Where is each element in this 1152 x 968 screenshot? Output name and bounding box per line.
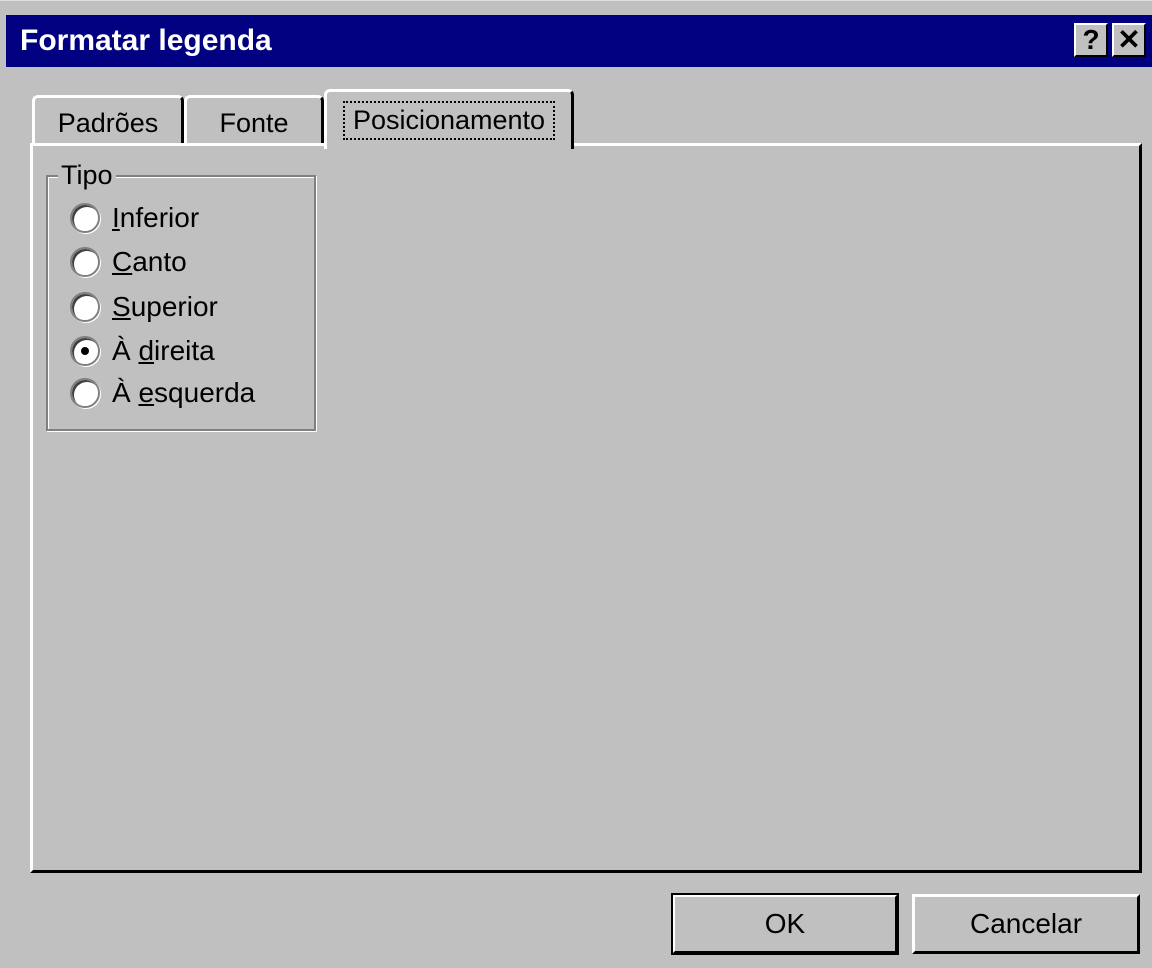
cancel-button[interactable]: Cancelar: [912, 894, 1140, 954]
title-bar[interactable]: Formatar legenda ? ✕: [6, 15, 1152, 67]
tab-label: Fonte: [219, 108, 289, 138]
tab-posicionamento[interactable]: Posicionamento: [324, 89, 574, 149]
ok-button-label: OK: [764, 908, 806, 939]
group-label: Tipo: [58, 159, 116, 191]
radio-a-direita[interactable]: À direita: [70, 333, 215, 369]
cancel-button-label: Cancelar: [969, 908, 1083, 939]
radio-inferior[interactable]: Inferior: [70, 200, 199, 236]
ok-button[interactable]: OK: [671, 893, 899, 955]
radio-label: Inferior: [112, 202, 200, 233]
radio-label: À direita: [112, 335, 215, 366]
tab-label: Posicionamento: [342, 101, 556, 140]
radio-button-icon[interactable]: [70, 336, 100, 366]
radio-label: Superior: [112, 291, 218, 322]
format-legend-dialog: Formatar legenda ? ✕ Padrões Fonte Posic…: [0, 0, 1152, 968]
radio-a-esquerda[interactable]: À esquerda: [70, 375, 255, 411]
help-icon: ?: [1082, 24, 1100, 55]
radio-button-icon[interactable]: [70, 247, 100, 277]
help-button[interactable]: ?: [1074, 23, 1108, 57]
close-button[interactable]: ✕: [1112, 23, 1146, 57]
radio-superior[interactable]: Superior: [70, 289, 218, 325]
close-icon: ✕: [1117, 24, 1141, 55]
radio-button-icon[interactable]: [70, 292, 100, 322]
radio-button-icon[interactable]: [70, 203, 100, 233]
tab-padroes[interactable]: Padrões: [32, 95, 184, 149]
radio-label: Canto: [112, 246, 187, 277]
dialog-title: Formatar legenda: [20, 24, 272, 57]
radio-selected-dot-icon: [81, 347, 89, 355]
radio-canto[interactable]: Canto: [70, 244, 187, 280]
tab-label: Padrões: [57, 108, 159, 138]
tab-fonte[interactable]: Fonte: [184, 95, 324, 149]
radio-label: À esquerda: [112, 377, 256, 408]
radio-button-icon[interactable]: [70, 378, 100, 408]
